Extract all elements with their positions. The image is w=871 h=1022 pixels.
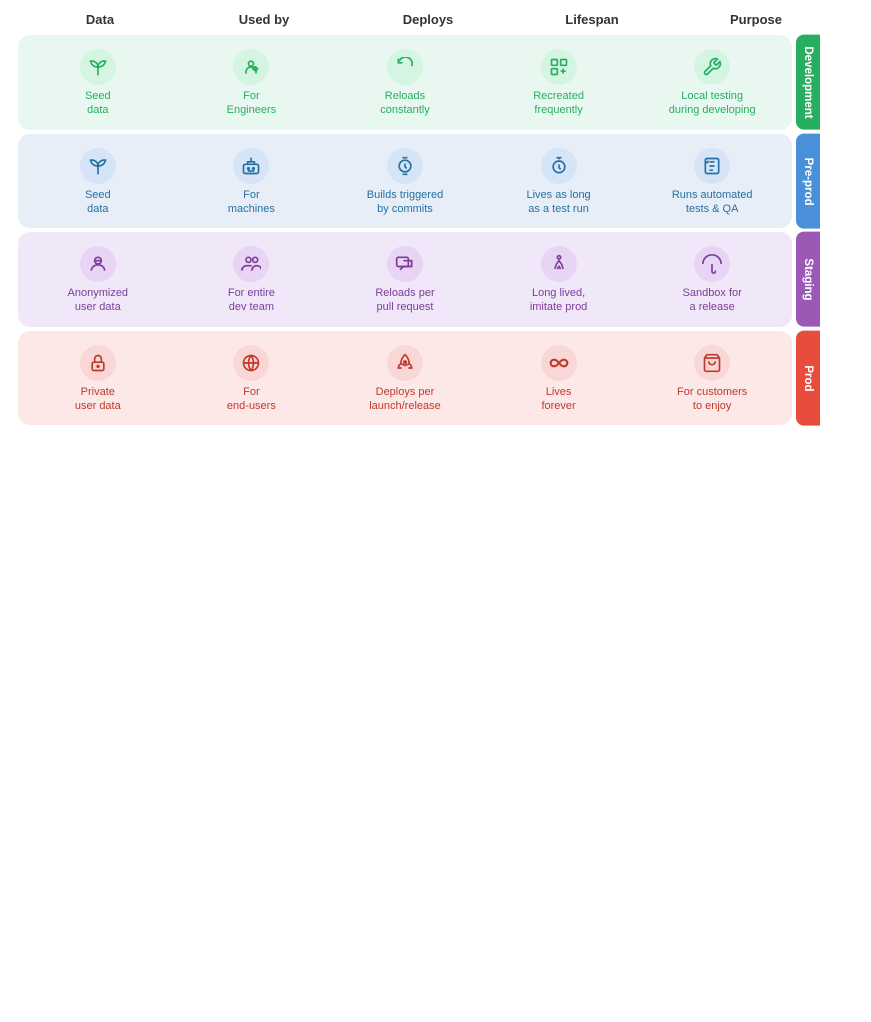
label-container-dev: Development: [796, 35, 838, 130]
label-test-1: For machines: [228, 188, 275, 217]
icon-test-1: [233, 148, 269, 184]
icon-test-3: [541, 148, 577, 184]
cell-prod-2: Deploys per launch/release: [329, 339, 481, 418]
label-dev-0: Seed data: [85, 89, 111, 118]
icon-staging-3: [541, 246, 577, 282]
icon-prod-4: [694, 345, 730, 381]
cell-staging-3: Long lived, imitate prod: [483, 240, 635, 319]
env-label-test: Pre-prod: [796, 134, 820, 229]
label-test-3: Lives as long as a test run: [526, 188, 590, 217]
grid-area: Seed data For Engineers Reloads constantly…: [18, 35, 838, 425]
label-staging-1: For entire dev team: [228, 286, 275, 315]
icon-prod-1: [233, 345, 269, 381]
label-dev-1: For Engineers: [227, 89, 277, 118]
icon-staging-0: [80, 246, 116, 282]
label-prod-2: Deploys per launch/release: [369, 385, 441, 414]
band-dev: Seed data For Engineers Reloads constantly…: [18, 35, 792, 130]
cell-dev-0: Seed data: [22, 43, 174, 122]
cell-dev-4: Local testing during developing: [636, 43, 788, 122]
header-row: Data Used by Deploys Lifespan Purpose: [18, 8, 838, 31]
label-container-test: Pre-prod: [796, 134, 838, 229]
icon-test-2: [387, 148, 423, 184]
env-label-text-staging: Staging: [802, 258, 814, 300]
band-test: Seed data For machines Builds triggered by…: [18, 134, 792, 229]
label-test-4: Runs automated tests & QA: [672, 188, 753, 217]
cell-test-0: Seed data: [22, 142, 174, 221]
cell-dev-3: Recreated frequently: [483, 43, 635, 122]
cell-prod-3: Lives forever: [483, 339, 635, 418]
label-container-prod: Prod: [796, 331, 838, 426]
label-staging-4: Sandbox for a release: [683, 286, 742, 315]
cell-staging-1: For entire dev team: [176, 240, 328, 319]
label-staging-3: Long lived, imitate prod: [530, 286, 587, 315]
icon-dev-4: [694, 49, 730, 85]
env-label-text-prod: Prod: [802, 365, 814, 391]
icon-dev-3: [541, 49, 577, 85]
icon-test-0: [80, 148, 116, 184]
band-staging: Anonymized user data For entire dev team R…: [18, 232, 792, 327]
env-label-staging: Staging: [796, 232, 820, 327]
icon-staging-2: [387, 246, 423, 282]
cell-staging-4: Sandbox for a release: [636, 240, 788, 319]
label-container-staging: Staging: [796, 232, 838, 327]
band-prod: Private user data For end-users Deploys pe…: [18, 331, 792, 426]
cell-prod-1: For end-users: [176, 339, 328, 418]
label-prod-0: Private user data: [75, 385, 121, 414]
env-row-test: Seed data For machines Builds triggered by…: [18, 134, 838, 229]
label-dev-3: Recreated frequently: [533, 89, 584, 118]
env-label-text-dev: Development: [802, 46, 814, 118]
icon-prod-2: [387, 345, 423, 381]
env-label-text-test: Pre-prod: [802, 157, 814, 205]
table-container: Data Used by Deploys Lifespan Purpose Se…: [0, 0, 871, 511]
label-prod-4: For customers to enjoy: [677, 385, 747, 414]
header-purpose: Purpose: [674, 8, 838, 31]
icon-prod-3: [541, 345, 577, 381]
cell-test-4: Runs automated tests & QA: [636, 142, 788, 221]
label-dev-2: Reloads constantly: [380, 89, 430, 118]
header-usedby: Used by: [182, 8, 346, 31]
header-data: Data: [18, 8, 182, 31]
env-row-prod: Private user data For end-users Deploys pe…: [18, 331, 838, 426]
cell-prod-0: Private user data: [22, 339, 174, 418]
icon-prod-0: [80, 345, 116, 381]
env-row-dev: Seed data For Engineers Reloads constantly…: [18, 35, 838, 130]
icon-staging-1: [233, 246, 269, 282]
label-test-0: Seed data: [85, 188, 111, 217]
label-prod-3: Lives forever: [541, 385, 575, 414]
cell-dev-2: Reloads constantly: [329, 43, 481, 122]
cell-prod-4: For customers to enjoy: [636, 339, 788, 418]
env-label-dev: Development: [796, 35, 820, 130]
icon-test-4: [694, 148, 730, 184]
cell-test-2: Builds triggered by commits: [329, 142, 481, 221]
icon-dev-2: [387, 49, 423, 85]
cell-staging-2: Reloads per pull request: [329, 240, 481, 319]
cell-staging-0: Anonymized user data: [22, 240, 174, 319]
icon-dev-0: [80, 49, 116, 85]
label-prod-1: For end-users: [227, 385, 276, 414]
header-deploys: Deploys: [346, 8, 510, 31]
icon-staging-4: [694, 246, 730, 282]
env-label-prod: Prod: [796, 331, 820, 426]
cell-dev-1: For Engineers: [176, 43, 328, 122]
label-test-2: Builds triggered by commits: [367, 188, 443, 217]
cell-test-3: Lives as long as a test run: [483, 142, 635, 221]
icon-dev-1: [233, 49, 269, 85]
label-staging-2: Reloads per pull request: [375, 286, 434, 315]
label-staging-0: Anonymized user data: [68, 286, 129, 315]
cell-test-1: For machines: [176, 142, 328, 221]
label-dev-4: Local testing during developing: [669, 89, 756, 118]
env-row-staging: Anonymized user data For entire dev team R…: [18, 232, 838, 327]
header-lifespan: Lifespan: [510, 8, 674, 31]
